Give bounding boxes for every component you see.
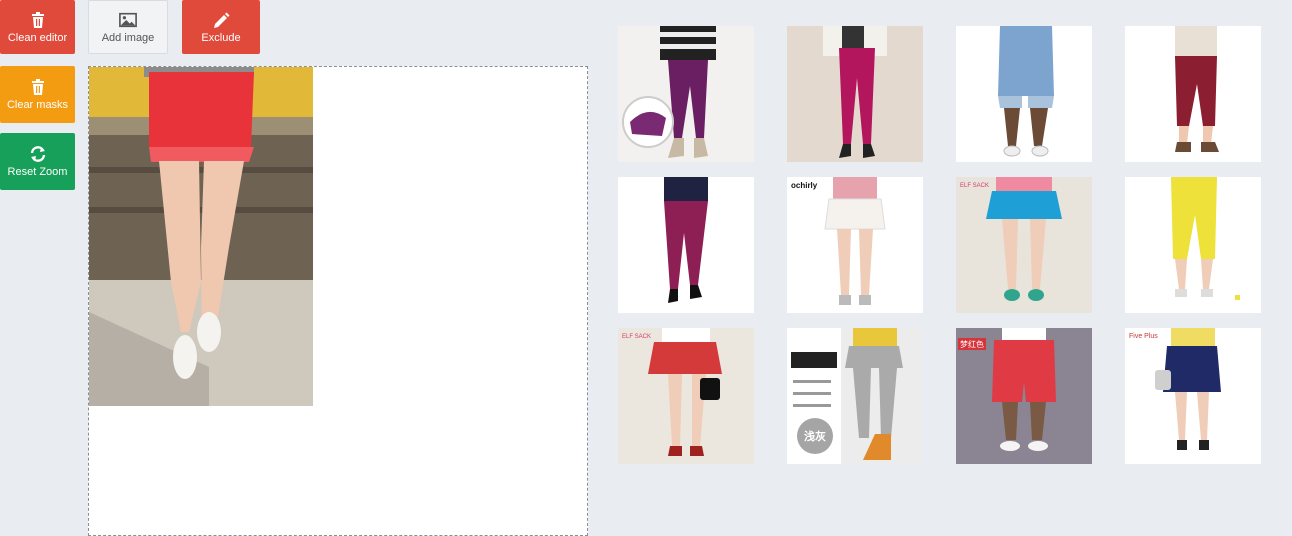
reset-zoom-button[interactable]: Reset Zoom xyxy=(0,133,75,190)
refresh-icon xyxy=(30,146,45,162)
canvas-image[interactable] xyxy=(89,67,313,406)
gallery-image xyxy=(618,177,754,313)
gallery-image: ochirly xyxy=(787,177,923,313)
gallery-image xyxy=(787,26,923,162)
gallery-item[interactable] xyxy=(618,177,754,313)
gallery-item-label: ochirly xyxy=(791,181,818,190)
gallery-item-label: 梦红色 xyxy=(960,339,984,349)
gallery-item[interactable] xyxy=(956,26,1092,162)
gallery-item-label: 浅灰 xyxy=(804,429,826,443)
gallery-image xyxy=(1125,26,1261,162)
gallery-item-label: Five Plus xyxy=(1129,333,1158,340)
gallery-item[interactable] xyxy=(1125,177,1261,313)
editor-canvas[interactable] xyxy=(88,66,588,536)
clean-editor-label: Clean editor xyxy=(7,31,68,44)
gallery-item[interactable] xyxy=(1125,26,1261,162)
clear-masks-label: Clear masks xyxy=(6,99,69,111)
add-image-label: Add image xyxy=(101,31,155,44)
gallery-image: ELF SACK xyxy=(956,177,1092,313)
reset-zoom-label: Reset Zoom xyxy=(7,166,68,178)
exclude-label: Exclude xyxy=(201,31,241,44)
gallery-image: 梦红色 xyxy=(956,328,1092,464)
gallery-image xyxy=(956,26,1092,162)
gallery-item-label: ELF SACK xyxy=(622,334,651,340)
gallery-image: ELF SACK xyxy=(618,328,754,464)
gallery-image: 浅灰 xyxy=(787,328,923,464)
gallery-image: Five Plus xyxy=(1125,328,1261,464)
trash-icon xyxy=(31,79,44,95)
gallery-item[interactable]: ELF SACK xyxy=(956,177,1092,313)
add-image-button[interactable]: Add image xyxy=(88,0,168,54)
gallery-item[interactable]: 浅灰 xyxy=(787,328,923,464)
gallery-item[interactable]: ochirly xyxy=(787,177,923,313)
gallery-image xyxy=(618,26,754,162)
gallery-item[interactable]: ELF SACK xyxy=(618,328,754,464)
gallery-image xyxy=(1125,177,1261,313)
gallery-item[interactable] xyxy=(618,26,754,162)
gallery-item-label: ELF SACK xyxy=(960,183,989,189)
gallery-item[interactable]: Five Plus xyxy=(1125,328,1261,464)
gallery-item[interactable]: 梦红色 xyxy=(956,328,1092,464)
clear-masks-button[interactable]: Clear masks xyxy=(0,66,75,123)
pencil-icon xyxy=(214,12,230,28)
gallery-item[interactable] xyxy=(787,26,923,162)
exclude-button[interactable]: Exclude xyxy=(182,0,260,54)
image-icon xyxy=(119,12,137,27)
trash-icon xyxy=(31,11,44,28)
clean-editor-button[interactable]: Clean editor xyxy=(0,0,75,54)
